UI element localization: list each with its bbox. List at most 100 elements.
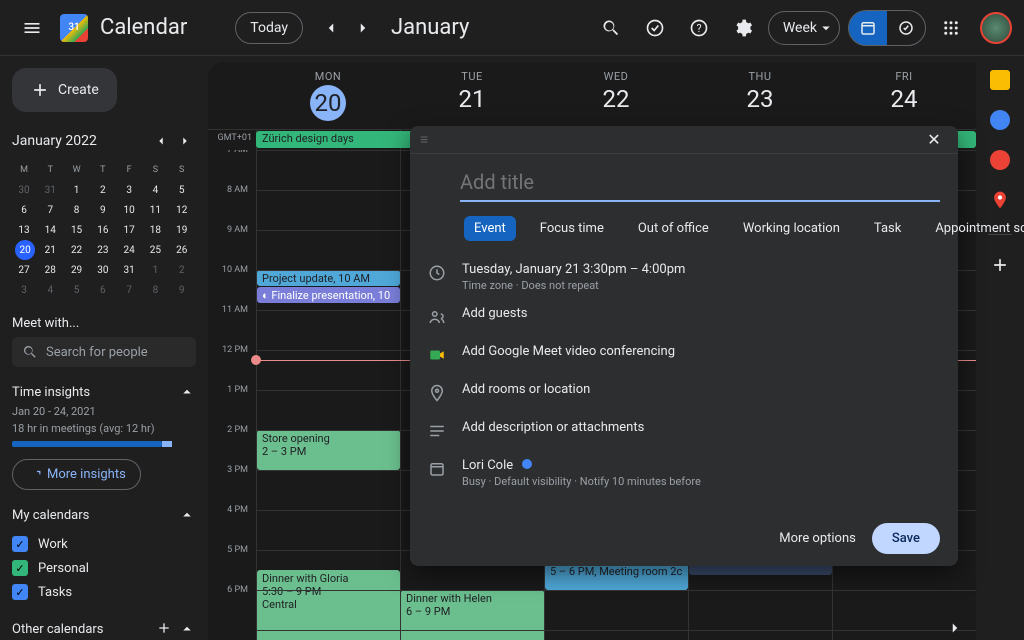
mini-cal-day[interactable]: 30 — [12, 180, 36, 200]
mini-cal-day[interactable]: 31 — [38, 180, 62, 200]
day-header[interactable]: FRI24 — [832, 62, 976, 129]
calendar-checkbox[interactable]: ✓ — [12, 560, 28, 576]
mini-cal-day[interactable]: 7 — [38, 200, 62, 220]
next-week-button[interactable] — [347, 12, 379, 44]
mini-cal-day[interactable]: 5 — [170, 180, 194, 200]
mini-cal-day[interactable]: 9 — [170, 280, 194, 300]
mini-cal-day[interactable]: 26 — [170, 240, 194, 260]
save-button[interactable]: Save — [872, 523, 940, 554]
add-location-button[interactable]: Add rooms or location — [462, 382, 940, 397]
calendar-list-item[interactable]: ✓Personal — [12, 556, 196, 580]
mini-cal-day[interactable]: 7 — [117, 280, 141, 300]
keep-icon[interactable] — [990, 70, 1010, 90]
calendar-view-toggle[interactable] — [849, 11, 887, 45]
event-type-tab[interactable]: Working location — [733, 216, 850, 241]
add-addon-button[interactable] — [990, 255, 1010, 275]
event-block[interactable]: Project update, 10 AM — [257, 270, 400, 286]
help-button[interactable]: ? — [680, 9, 718, 47]
mini-cal-day[interactable]: 30 — [91, 260, 115, 280]
event-type-tab[interactable]: Task — [864, 216, 911, 241]
mini-cal-day[interactable]: 2 — [91, 180, 115, 200]
view-selector[interactable]: Week — [768, 11, 840, 45]
today-button[interactable]: Today — [235, 12, 303, 44]
tasks-rail-icon[interactable] — [990, 110, 1010, 130]
mini-cal-day[interactable]: 19 — [170, 220, 194, 240]
mini-cal-day[interactable]: 4 — [38, 280, 62, 300]
mini-cal-day[interactable]: 10 — [117, 200, 141, 220]
calendar-checkbox[interactable]: ✓ — [12, 584, 28, 600]
my-calendars-header[interactable]: My calendars — [12, 506, 196, 524]
mini-cal-day[interactable]: 28 — [38, 260, 62, 280]
mini-cal-prev[interactable] — [150, 130, 172, 152]
search-button[interactable] — [592, 9, 630, 47]
event-datetime[interactable]: Tuesday, January 21 3:30pm – 4:00pm — [462, 262, 940, 277]
event-type-tab[interactable]: Out of office — [628, 216, 719, 241]
calendar-list-item[interactable]: ✓Work — [12, 532, 196, 556]
main-menu-button[interactable] — [12, 8, 52, 48]
mini-cal-day[interactable]: 15 — [65, 220, 89, 240]
mini-cal-day[interactable]: 23 — [91, 240, 115, 260]
search-people-input[interactable]: Search for people — [12, 337, 196, 367]
day-header[interactable]: MON20 — [256, 62, 400, 129]
prev-week-button[interactable] — [315, 12, 347, 44]
account-avatar[interactable] — [980, 12, 1012, 44]
add-guests-button[interactable]: Add guests — [462, 306, 940, 321]
mini-cal-day[interactable]: 6 — [91, 280, 115, 300]
mini-cal-day[interactable]: 14 — [38, 220, 62, 240]
mini-cal-day[interactable]: 5 — [65, 280, 89, 300]
day-header[interactable]: WED22 — [544, 62, 688, 129]
mini-cal-day[interactable]: 9 — [91, 200, 115, 220]
day-header[interactable]: THU23 — [688, 62, 832, 129]
mini-cal-day[interactable]: 21 — [38, 240, 62, 260]
event-block[interactable]: Store opening2 – 3 PM — [257, 430, 400, 470]
event-type-tab[interactable]: Event — [464, 216, 516, 241]
mini-cal-day[interactable]: 11 — [143, 200, 167, 220]
mini-cal-day[interactable]: 25 — [143, 240, 167, 260]
mini-cal-day[interactable]: 13 — [12, 220, 36, 240]
mini-cal-day[interactable]: 4 — [143, 180, 167, 200]
create-button[interactable]: Create — [12, 68, 117, 112]
mini-cal-day[interactable]: 16 — [91, 220, 115, 240]
mini-cal-day[interactable]: 1 — [65, 180, 89, 200]
mini-cal-day[interactable]: 1 — [143, 260, 167, 280]
mini-cal-day[interactable]: 12 — [170, 200, 194, 220]
mini-cal-next[interactable] — [174, 130, 196, 152]
add-meet-button[interactable]: Add Google Meet video conferencing — [462, 344, 940, 359]
mini-cal-day[interactable]: 22 — [65, 240, 89, 260]
event-type-tab[interactable]: Focus time — [530, 216, 614, 241]
add-description-button[interactable]: Add description or attachments — [462, 420, 940, 435]
mini-cal-day[interactable]: 8 — [65, 200, 89, 220]
mini-cal-day[interactable]: 31 — [117, 260, 141, 280]
maps-icon[interactable] — [990, 190, 1010, 210]
more-options-button[interactable]: More options — [779, 531, 856, 546]
event-block[interactable]: ◐ Finalize presentation, 10 — [257, 287, 400, 303]
tasks-icon[interactable] — [636, 9, 674, 47]
event-type-tab[interactable]: Appointment schedule — [925, 216, 1024, 241]
mini-cal-day[interactable]: 29 — [65, 260, 89, 280]
day-header[interactable]: TUE21 — [400, 62, 544, 129]
mini-cal-day[interactable]: 3 — [117, 180, 141, 200]
add-calendar-icon[interactable] — [156, 620, 172, 636]
drag-handle-icon[interactable]: ≡ — [420, 131, 428, 148]
chevron-right-icon[interactable] — [946, 619, 964, 637]
event-title-input[interactable] — [460, 164, 940, 202]
mini-cal-day[interactable]: 24 — [117, 240, 141, 260]
close-dialog-button[interactable]: ✕ — [920, 126, 948, 154]
mini-cal-day[interactable]: 2 — [170, 260, 194, 280]
event-datetime-sub[interactable]: Time zone · Does not repeat — [462, 279, 940, 292]
mini-cal-day[interactable]: 17 — [117, 220, 141, 240]
mini-cal-day[interactable]: 8 — [143, 280, 167, 300]
calendar-list-item[interactable]: ✓Tasks — [12, 580, 196, 604]
more-insights-button[interactable]: More insights — [12, 459, 141, 490]
tasks-view-toggle[interactable] — [887, 11, 925, 45]
google-apps-button[interactable] — [932, 9, 970, 47]
other-calendars-header[interactable]: Other calendars — [12, 620, 196, 638]
settings-button[interactable] — [724, 9, 762, 47]
mini-cal-day[interactable]: 3 — [12, 280, 36, 300]
time-insights-header[interactable]: Time insights — [12, 383, 196, 401]
mini-cal-day[interactable]: 27 — [12, 260, 36, 280]
mini-cal-day[interactable]: 6 — [12, 200, 36, 220]
mini-cal-day[interactable]: 18 — [143, 220, 167, 240]
mini-cal-day[interactable]: 20 — [15, 240, 35, 260]
calendar-checkbox[interactable]: ✓ — [12, 536, 28, 552]
